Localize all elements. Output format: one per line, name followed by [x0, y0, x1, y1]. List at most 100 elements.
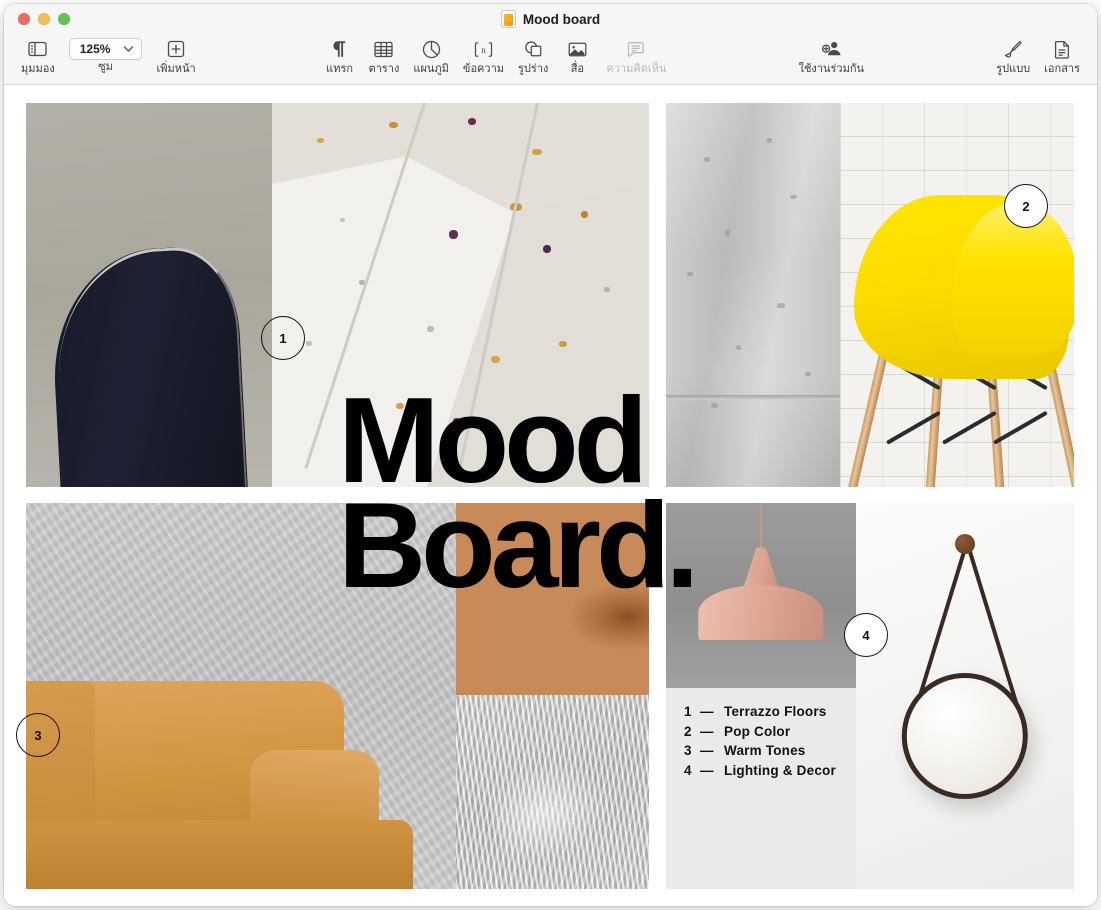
legend-label: Lighting & Decor	[724, 761, 836, 781]
image-lighting-panel[interactable]: 1 — Terrazzo Floors 2 — Pop Color 3 —	[666, 503, 856, 889]
comment-label: ความคิดเห็น	[606, 63, 666, 76]
shape-button[interactable]: รูปร่าง	[511, 36, 555, 76]
zoom-control[interactable]: 125% ซูม	[62, 36, 150, 74]
zoom-value: 125%	[80, 42, 111, 56]
text-box-icon: n	[474, 36, 493, 62]
speech-bubble-icon	[627, 36, 645, 62]
callout-number: 4	[862, 628, 869, 643]
legend-list: 1 — Terrazzo Floors 2 — Pop Color 3 —	[684, 688, 848, 889]
pie-chart-icon	[422, 36, 441, 62]
add-slide-label: เพิ่มหน้า	[156, 63, 195, 76]
sofa-photo	[26, 503, 456, 889]
media-label: สื่อ	[571, 63, 584, 76]
document-button[interactable]: เอกสาร	[1037, 36, 1087, 76]
callout-4[interactable]: 4	[844, 613, 888, 657]
table-label: ตาราง	[369, 63, 400, 76]
view-button[interactable]: มุมมอง	[14, 36, 62, 76]
legend-dash: —	[700, 702, 724, 722]
sidebar-panel-icon	[28, 36, 47, 62]
comment-button: ความคิดเห็น	[599, 36, 673, 76]
pilcrow-icon	[332, 36, 347, 62]
legend-label: Pop Color	[724, 722, 790, 742]
slide-canvas[interactable]: 1 — Terrazzo Floors 2 — Pop Color 3 —	[4, 85, 1097, 906]
image-fur-rug[interactable]	[456, 695, 649, 889]
image-round-mirror[interactable]	[856, 503, 1074, 889]
callout-3[interactable]: 3	[16, 713, 60, 757]
text-label: ข้อความ	[463, 63, 504, 76]
person-plus-icon	[821, 36, 842, 62]
chart-button[interactable]: แผนภูมิ	[406, 36, 456, 76]
terrazzo-photo	[272, 103, 649, 487]
window-chrome: Mood board มุมมอง	[4, 4, 1097, 85]
legend-number: 3	[684, 741, 700, 761]
plus-square-icon	[167, 36, 185, 62]
concrete-photo	[666, 103, 840, 487]
legend-dash: —	[700, 741, 724, 761]
image-yellow-chair[interactable]	[840, 103, 1074, 487]
keynote-window: Mood board มุมมอง	[4, 4, 1097, 906]
callout-number: 3	[34, 728, 41, 743]
chart-label: แผนภูมิ	[413, 63, 449, 76]
legend-item: 2 — Pop Color	[684, 722, 848, 742]
toolbar-right-group: รูปแบบ เอกสาร	[989, 36, 1087, 76]
legend-dash: —	[700, 761, 724, 781]
insert-button[interactable]: แทรก	[318, 36, 362, 76]
close-button[interactable]	[18, 13, 30, 25]
media-button[interactable]: สื่อ	[555, 36, 599, 76]
paintbrush-icon	[1004, 36, 1023, 62]
table-button[interactable]: ตาราง	[362, 36, 407, 76]
lamp-photo	[666, 503, 856, 688]
image-concrete-wall[interactable]	[666, 103, 840, 487]
image-grey-plaster-sofa[interactable]	[26, 503, 456, 889]
table-grid-icon	[374, 36, 393, 62]
minimize-button[interactable]	[38, 13, 50, 25]
legend-dash: —	[700, 722, 724, 742]
view-label: มุมมอง	[21, 63, 55, 76]
format-label: รูปแบบ	[996, 63, 1030, 76]
toolbar-left-group: มุมมอง 125% ซูม	[14, 36, 203, 76]
legend-label: Terrazzo Floors	[724, 702, 827, 722]
toolbar-center-group: แทรก ตาราง	[318, 36, 674, 76]
legend-number: 1	[684, 702, 700, 722]
legend-number: 4	[684, 761, 700, 781]
document-icon	[1054, 36, 1071, 62]
image-navy-chair[interactable]	[26, 103, 272, 487]
svg-text:n: n	[481, 45, 486, 55]
fur-rug-photo	[456, 695, 649, 889]
add-slide-button[interactable]: เพิ่มหน้า	[149, 36, 202, 76]
keynote-document-icon	[501, 10, 516, 28]
image-row-bottom: 1 — Terrazzo Floors 2 — Pop Color 3 —	[26, 503, 1074, 889]
window-title: Mood board	[523, 12, 600, 27]
shape-label: รูปร่าง	[518, 63, 548, 76]
collaborate-button[interactable]: ใช้งานร่วมกัน	[788, 36, 874, 76]
legend-item: 3 — Warm Tones	[684, 741, 848, 761]
title-bar: Mood board	[4, 4, 1097, 34]
photo-icon	[568, 36, 587, 62]
insert-label: แทรก	[326, 63, 353, 76]
legend-number: 2	[684, 722, 700, 742]
shapes-icon	[524, 36, 543, 62]
callout-number: 2	[1022, 199, 1029, 214]
image-pendant-lamp[interactable]	[666, 503, 856, 688]
toolbar: มุมมอง 125% ซูม	[4, 34, 1097, 84]
format-button[interactable]: รูปแบบ	[989, 36, 1037, 76]
window-title-group: Mood board	[501, 10, 600, 28]
image-row-top	[26, 103, 1074, 487]
slide[interactable]: 1 — Terrazzo Floors 2 — Pop Color 3 —	[26, 103, 1074, 889]
navy-chair-photo	[26, 103, 272, 487]
legend-item: 1 — Terrazzo Floors	[684, 702, 848, 722]
legend-item: 4 — Lighting & Decor	[684, 761, 848, 781]
collaborate-label: ใช้งานร่วมกัน	[799, 63, 864, 76]
image-wood-grain[interactable]	[456, 503, 649, 695]
text-button[interactable]: n ข้อความ	[456, 36, 511, 76]
callout-2[interactable]: 2	[1004, 184, 1048, 228]
image-terrazzo[interactable]	[272, 103, 649, 487]
mirror-photo	[856, 503, 1074, 889]
zoom-label: ซูม	[98, 61, 113, 74]
callout-1[interactable]: 1	[261, 316, 305, 360]
legend-label: Warm Tones	[724, 741, 806, 761]
chevron-down-icon	[123, 45, 134, 53]
yellow-chair-photo	[840, 103, 1074, 487]
zoom-button[interactable]	[58, 13, 70, 25]
zoom-popup-button[interactable]: 125%	[69, 38, 143, 60]
